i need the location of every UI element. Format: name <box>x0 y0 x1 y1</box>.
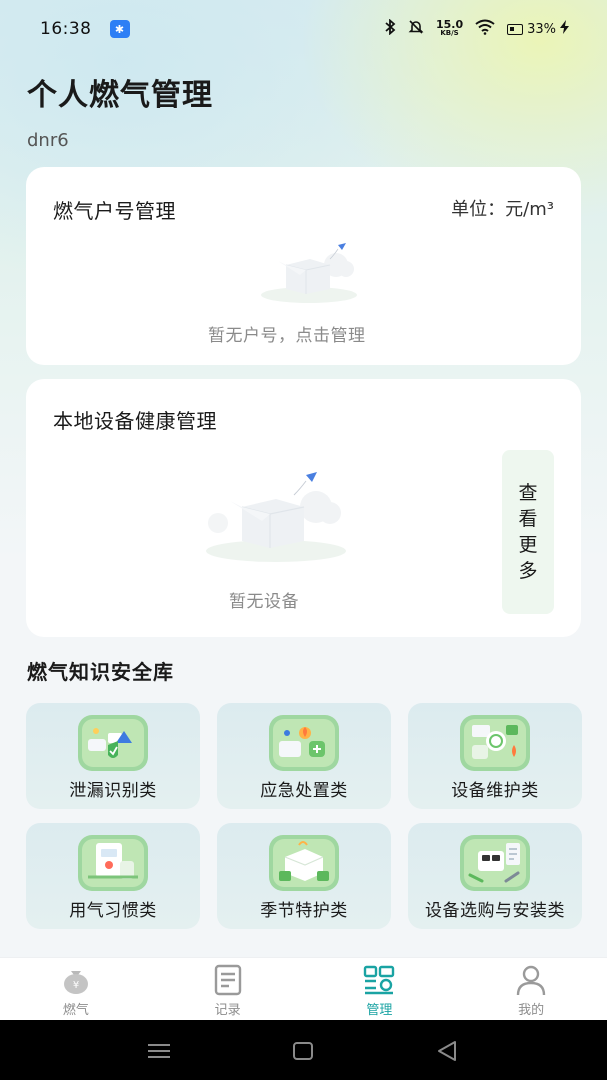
tab-gas[interactable]: ¥ 燃气 <box>0 958 152 1020</box>
tab-label: 记录 <box>214 1003 241 1018</box>
charging-icon <box>560 20 569 38</box>
svg-text:¥: ¥ <box>73 980 79 991</box>
knowledge-item-label: 用气习惯类 <box>69 901 157 921</box>
knowledge-section-title: 燃气知识安全库 <box>27 660 174 684</box>
price-unit-label: 单位：元/m³ <box>451 199 554 220</box>
bluetooth-icon <box>384 18 396 39</box>
battery-level: 33% <box>527 21 556 37</box>
bottom-tab-bar: ¥ 燃气 记录 管理 我的 <box>0 957 607 1020</box>
battery-indicator: 33% <box>507 20 569 38</box>
menu-icon[interactable] <box>146 1038 172 1064</box>
page-header: 个人燃气管理 dnr6 <box>27 70 213 151</box>
gas-money-bag-icon: ¥ <box>63 971 88 994</box>
knowledge-item-habit[interactable]: 用气习惯类 <box>26 823 200 929</box>
knowledge-item-label: 应急处置类 <box>260 781 348 801</box>
leak-detection-icon <box>78 715 148 771</box>
back-icon[interactable] <box>434 1038 460 1064</box>
view-more-button[interactable]: 查 看 更 多 <box>502 450 554 614</box>
device-health-card: 本地设备健康管理 暂无设备 查 看 更 多 <box>26 379 581 637</box>
tab-label: 我的 <box>518 1003 545 1018</box>
seasonal-care-icon <box>269 835 339 891</box>
home-icon[interactable] <box>290 1038 316 1064</box>
view-more-char: 看 <box>518 508 538 530</box>
status-time: 16:38 <box>40 19 92 39</box>
knowledge-item-label: 泄漏识别类 <box>69 781 157 801</box>
device-health-title: 本地设备健康管理 <box>53 409 217 433</box>
tab-records[interactable]: 记录 <box>152 958 304 1020</box>
knowledge-item-label: 季节特护类 <box>260 901 348 921</box>
gas-account-title: 燃气户号管理 <box>53 199 176 223</box>
gas-usage-habit-icon <box>78 835 148 891</box>
gas-account-card[interactable]: 燃气户号管理 单位：元/m³ 暂无户号，点击管理 <box>26 167 581 365</box>
knowledge-item-seasonal[interactable]: 季节特护类 <box>217 823 391 929</box>
tab-label: 燃气 <box>62 1003 89 1018</box>
wifi-icon <box>475 19 495 39</box>
battery-icon <box>507 23 524 35</box>
system-nav-bar <box>0 1020 607 1080</box>
knowledge-item-purchase-install[interactable]: 设备选购与安装类 <box>408 823 582 929</box>
account-empty-text[interactable]: 暂无户号，点击管理 <box>208 321 366 346</box>
emergency-handling-icon <box>269 715 339 771</box>
view-more-char: 更 <box>518 534 538 556</box>
receipt-icon <box>214 964 241 996</box>
knowledge-item-label: 设备维护类 <box>451 781 539 801</box>
knowledge-item-maintenance[interactable]: 设备维护类 <box>408 703 582 809</box>
knowledge-item-emergency[interactable]: 应急处置类 <box>217 703 391 809</box>
page-title: 个人燃气管理 <box>27 78 213 113</box>
net-speed-value: 15.0 <box>435 18 464 31</box>
app-notification-icon: ✱ <box>109 20 130 38</box>
knowledge-grid: 泄漏识别类 应急处置类 设备维护类 用气习惯类 季节特护类 设备选购与安装类 <box>26 703 582 929</box>
tab-label: 管理 <box>366 1003 393 1018</box>
tab-manage[interactable]: 管理 <box>304 958 456 1020</box>
knowledge-item-label: 设备选购与安装类 <box>425 901 565 921</box>
net-speed-unit: KB/S <box>440 29 459 37</box>
knowledge-item-leak[interactable]: 泄漏识别类 <box>26 703 200 809</box>
username: dnr6 <box>27 130 69 151</box>
tab-profile[interactable]: 我的 <box>455 958 607 1020</box>
device-maintenance-icon <box>460 715 530 771</box>
status-indicators: 15.0 KB/S 33% <box>384 18 569 39</box>
network-speed: 15.0 KB/S <box>435 18 464 38</box>
empty-device-box-icon <box>206 472 346 562</box>
user-icon <box>516 965 546 996</box>
device-empty-text: 暂无设备 <box>229 592 299 612</box>
purchase-install-icon <box>460 835 530 891</box>
view-more-char: 查 <box>518 482 538 504</box>
status-bar: 16:38 ✱ 15.0 KB/S 33% <box>0 0 607 58</box>
view-more-char: 多 <box>518 560 538 582</box>
manage-icon <box>364 965 395 995</box>
mute-bell-icon <box>408 19 424 39</box>
empty-box-icon <box>261 243 357 303</box>
